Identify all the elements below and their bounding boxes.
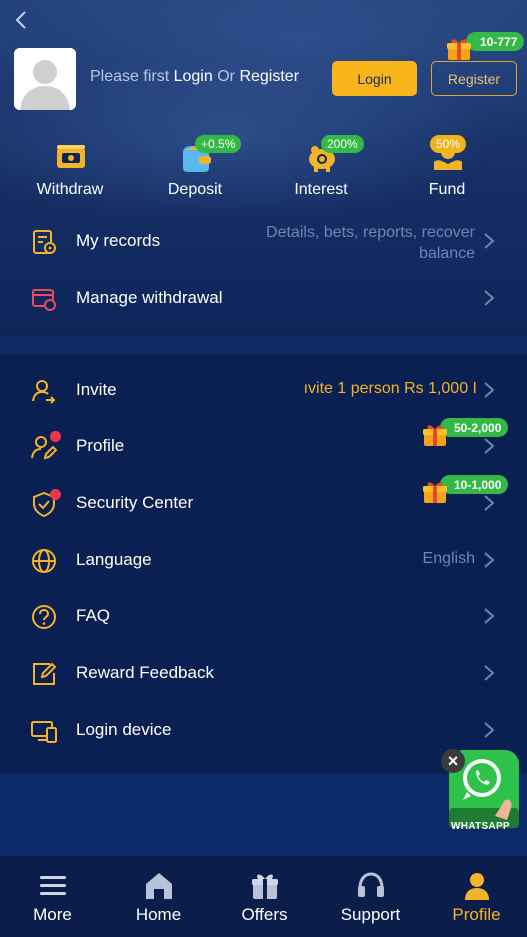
tab-home-label: Home [135, 905, 182, 924]
headset-icon [358, 872, 384, 897]
devices-icon [31, 721, 57, 743]
register-link[interactable]: Register [239, 68, 299, 85]
chevron-right-icon [484, 290, 495, 306]
withdraw-action[interactable]: Withdraw [18, 140, 122, 202]
deposit-label: Deposit [167, 181, 223, 198]
tab-profile-label: Profile [452, 905, 501, 924]
tab-support-label: Support [340, 905, 401, 924]
tab-more-label: More [33, 905, 72, 924]
profile-reward-badge: 50-2,000 [440, 418, 509, 437]
chevron-right-icon [484, 552, 495, 568]
question-circle-icon [32, 605, 56, 629]
register-reward-badge: 10-777 [466, 32, 525, 51]
security-center-label: Security Center [76, 493, 194, 512]
close-icon[interactable]: × [441, 749, 465, 773]
profile-screen: Please first Login Or Register Login Reg… [0, 0, 527, 937]
prompt-prefix: Please first [90, 68, 170, 85]
fund-rate-badge: 50% [430, 135, 467, 153]
my-records-hint: Details, bets, reports, recover balance [266, 222, 475, 264]
interest-label: Interest [294, 181, 348, 198]
chevron-right-icon [484, 722, 495, 738]
records-icon [33, 230, 56, 254]
gift-box-icon [423, 482, 447, 503]
invite-marquee: ıvite 1 person Rs 1,000 I [303, 380, 477, 397]
user-placeholder-icon [14, 48, 76, 110]
invite-row[interactable]: Invite ıvite 1 person Rs 1,000 I [0, 362, 527, 418]
whatsapp-label: WHATSAPP [451, 821, 510, 832]
my-records-hint-line2: balance [418, 245, 475, 262]
register-button[interactable]: Register [431, 61, 517, 96]
notification-dot [50, 431, 61, 442]
invite-label: Invite [76, 380, 117, 399]
back-arrow-icon[interactable] [10, 8, 34, 32]
bottom-tab-bar: More Home Offers Support Profile [0, 856, 527, 937]
manage-withdrawal-label: Manage withdrawal [76, 288, 223, 307]
language-label: Language [76, 550, 152, 569]
chevron-right-icon [484, 438, 495, 454]
chevron-right-icon [484, 382, 495, 398]
section-divider [0, 337, 527, 354]
login-button[interactable]: Login [332, 61, 417, 96]
reward-feedback-row[interactable]: Reward Feedback [0, 645, 527, 701]
invite-user-icon [32, 380, 56, 404]
tab-support[interactable]: Support [318, 856, 423, 937]
manage-withdrawal-row[interactable]: Manage withdrawal [0, 270, 527, 326]
avatar[interactable] [14, 48, 76, 110]
ticket-icon [57, 145, 85, 168]
withdraw-label: Withdraw [36, 181, 104, 198]
globe-icon [32, 549, 56, 573]
chevron-right-icon [484, 665, 495, 681]
or-text: Or [217, 68, 235, 85]
my-records-row[interactable]: My records Details, bets, reports, recov… [0, 213, 527, 269]
gift-box-icon [447, 39, 471, 60]
chevron-right-icon [484, 233, 495, 249]
chevron-right-icon [484, 495, 495, 511]
faq-row[interactable]: FAQ [0, 588, 527, 644]
gift-box-icon [423, 425, 447, 446]
notification-dot [50, 489, 61, 500]
gift-icon [252, 874, 278, 899]
fund-label: Fund [428, 181, 466, 198]
deposit-bonus-badge: +0.5% [195, 135, 242, 153]
reward-feedback-label: Reward Feedback [76, 663, 214, 682]
login-prompt: Please first Login Or Register [90, 68, 299, 86]
language-row[interactable]: Language English [0, 532, 527, 588]
menu-icon [40, 876, 66, 895]
tab-home[interactable]: Home [106, 856, 211, 937]
login-device-label: Login device [76, 720, 172, 739]
my-records-hint-line1: Details, bets, reports, recover [266, 224, 475, 241]
my-records-label: My records [76, 231, 161, 250]
edit-note-icon [33, 662, 57, 685]
tab-more[interactable]: More [0, 856, 105, 937]
language-value: English [422, 550, 475, 567]
faq-label: FAQ [76, 606, 111, 625]
home-icon [146, 873, 172, 899]
person-icon [465, 873, 489, 900]
tab-profile[interactable]: Profile [424, 856, 527, 937]
withdrawal-settings-icon [32, 289, 56, 311]
tab-offers[interactable]: Offers [212, 856, 317, 937]
interest-rate-badge: 200% [321, 135, 364, 153]
profile-label: Profile [76, 436, 125, 455]
chevron-right-icon [484, 608, 495, 624]
login-link[interactable]: Login [174, 68, 213, 85]
security-reward-badge: 10-1,000 [440, 475, 509, 494]
tab-offers-label: Offers [241, 905, 288, 924]
